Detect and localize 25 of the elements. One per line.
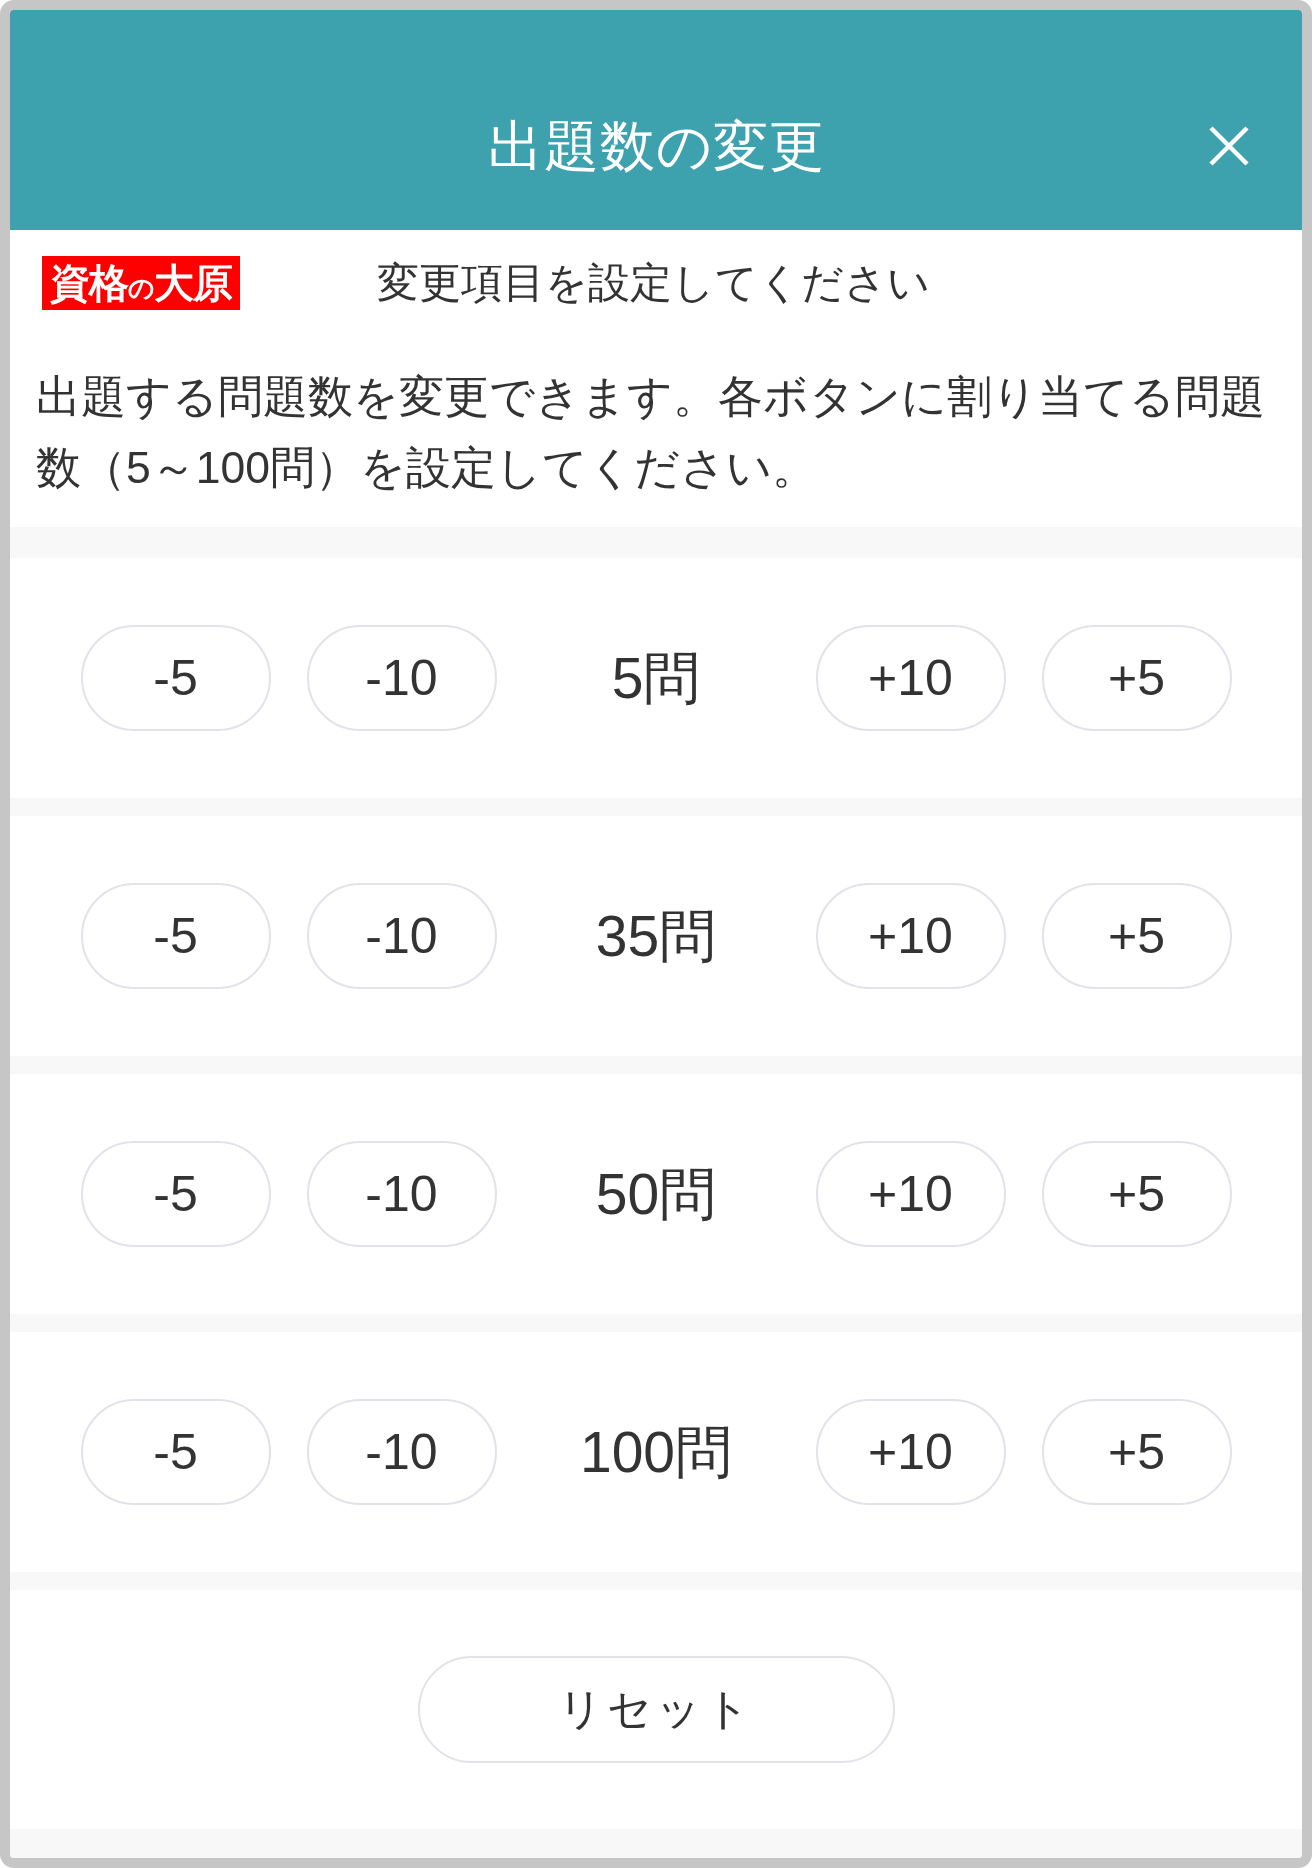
- decrement-button[interactable]: -5: [80, 625, 271, 731]
- dialog-title: 出題数の変更: [487, 114, 825, 179]
- description-text: 出題する問題数を変更できます。各ボタンに割り当てる問題数（5～100問）を設定してください。: [36, 371, 1266, 494]
- close-icon[interactable]: [1209, 126, 1249, 166]
- increment-button[interactable]: +5: [1041, 625, 1232, 731]
- decrement-button[interactable]: -10: [306, 1141, 497, 1247]
- decrement-button[interactable]: -5: [80, 1399, 271, 1505]
- decrement-button[interactable]: -10: [306, 883, 497, 989]
- subtitle-text: 変更項目を設定してください: [377, 258, 930, 308]
- reset-button[interactable]: リセット: [417, 1656, 895, 1763]
- question-count: 50問: [595, 1161, 717, 1228]
- increment-button[interactable]: +5: [1041, 883, 1232, 989]
- increment-button[interactable]: +10: [815, 1399, 1006, 1505]
- decrement-button[interactable]: -5: [80, 883, 271, 989]
- question-count: 35問: [595, 903, 717, 970]
- question-count: 100問: [579, 1419, 733, 1486]
- decrement-button[interactable]: -5: [80, 1141, 271, 1247]
- increment-button[interactable]: +10: [815, 1141, 1006, 1247]
- increment-button[interactable]: +5: [1041, 1399, 1232, 1505]
- question-count: 5問: [611, 645, 701, 712]
- decrement-button[interactable]: -10: [306, 625, 497, 731]
- increment-button[interactable]: +10: [815, 883, 1006, 989]
- decrement-button[interactable]: -10: [306, 1399, 497, 1505]
- increment-button[interactable]: +10: [815, 625, 1006, 731]
- increment-button[interactable]: +5: [1041, 1141, 1232, 1247]
